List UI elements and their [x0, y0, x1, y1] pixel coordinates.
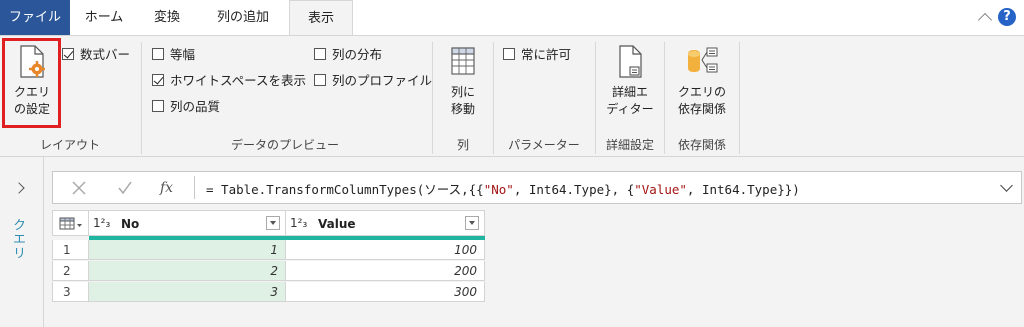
advanced-editor-label-1: 詳細エ [611, 85, 648, 99]
always-allow-check-icon [503, 47, 515, 60]
group-separator [432, 42, 433, 154]
type-number-icon: 1²₃ [290, 216, 308, 230]
row-number[interactable]: 1 [52, 240, 89, 260]
group-label-columns: 列 [456, 138, 469, 152]
go-to-column-label-1: 列に [450, 85, 475, 99]
formula-string-value: "Value" [634, 182, 687, 197]
table-cell-value[interactable]: 200 [286, 261, 485, 281]
show-whitespace-checkbox[interactable]: ホワイトスペースを表示 [152, 70, 306, 89]
column-distribution-check-icon [314, 47, 326, 60]
formula-prefix: = Table.TransformColumnTypes(ソース,{{ [206, 182, 484, 197]
group-separator [739, 42, 740, 154]
column-quality-check-icon [152, 99, 164, 112]
query-dependencies-label-2: 依存関係 [677, 102, 726, 116]
always-allow-checkbox[interactable]: 常に許可 [503, 44, 571, 63]
group-label-advanced: 詳細設定 [605, 138, 654, 152]
cancel-icon[interactable] [71, 180, 87, 196]
column-profile-checkbox[interactable]: 列のプロファイル [314, 70, 432, 89]
column-distribution-label: 列の分布 [332, 47, 383, 62]
help-icon[interactable]: ? [998, 8, 1016, 26]
column-quality-label: 列の品質 [170, 99, 221, 114]
column-profile-check-icon [314, 73, 326, 86]
advanced-editor-label-2: ディター [606, 102, 654, 116]
table-icon [59, 217, 82, 230]
row-number[interactable]: 2 [52, 261, 89, 281]
group-label-parameters: パラメーター [508, 138, 580, 152]
tab-view[interactable]: 表示 [289, 0, 353, 36]
formula-text[interactable]: = Table.TransformColumnTypes(ソース,{{"No",… [206, 179, 800, 198]
monospace-checkbox[interactable]: 等幅 [152, 44, 195, 63]
fx-icon[interactable]: fx [158, 179, 178, 197]
monospace-label: 等幅 [170, 47, 196, 62]
group-separator [664, 42, 665, 154]
formula-string-no: "No" [483, 182, 514, 197]
tab-transform[interactable]: 変換 [140, 0, 194, 35]
show-whitespace-label: ホワイトスペースを表示 [170, 73, 307, 88]
queries-pane-label: クエリ [10, 218, 25, 260]
group-label-data-preview: データのプレビュー [230, 138, 339, 152]
table-cell-no[interactable]: 1 [89, 240, 286, 260]
formula-bar-check-icon [62, 47, 74, 60]
group-separator [493, 42, 494, 154]
advanced-editor-button[interactable]: 詳細エ ディター [600, 44, 660, 118]
group-label-layout: レイアウト [39, 138, 100, 152]
query-settings-label-1: クエリ [13, 85, 50, 99]
formula-bar-checkbox[interactable]: 数式バー [62, 44, 130, 63]
formula-bar-controls: fx [53, 172, 193, 203]
column-filter-dropdown[interactable] [465, 216, 479, 230]
type-number-icon: 1²₃ [93, 216, 111, 230]
formula-suffix: , Int64.Type}}) [686, 182, 800, 197]
table-cell-value[interactable]: 300 [286, 282, 485, 302]
column-distribution-checkbox[interactable]: 列の分布 [314, 44, 382, 63]
table-cell-no[interactable]: 3 [89, 282, 286, 302]
svg-text:fx: fx [159, 180, 173, 196]
query-settings-icon [20, 45, 45, 78]
query-dependencies-button[interactable]: クエリの 依存関係 [669, 44, 735, 118]
query-settings-button[interactable]: クエリ の設定 [6, 44, 58, 118]
query-dependencies-label-1: クエリの [677, 85, 726, 99]
formula-separator [194, 176, 195, 199]
group-separator [141, 42, 142, 154]
table-menu-button[interactable] [52, 210, 89, 236]
formula-bar-label: 数式バー [80, 47, 131, 62]
group-label-dependencies: 依存関係 [677, 138, 726, 152]
tab-file[interactable]: ファイル [0, 0, 70, 35]
column-name-value: Value [318, 217, 356, 231]
monospace-check-icon [152, 47, 164, 60]
column-profile-label: 列のプロファイル [332, 73, 433, 88]
table-cell-value[interactable]: 100 [286, 240, 485, 260]
column-header-value[interactable]: 1²₃ Value [286, 210, 485, 236]
table-grid-icon [451, 47, 475, 75]
tab-home[interactable]: ホーム [76, 0, 132, 35]
query-dependencies-icon [688, 47, 718, 73]
go-to-column-label-2: 移動 [450, 102, 475, 116]
table-cell-no[interactable]: 2 [89, 261, 286, 281]
column-quality-checkbox[interactable]: 列の品質 [152, 96, 220, 115]
formula-bar[interactable]: fx = Table.TransformColumnTypes(ソース,{{"N… [52, 171, 1022, 204]
expand-formula-icon[interactable] [1000, 179, 1013, 192]
ribbon-tab-bar: ファイル ホーム 変換 列の追加 表示 ? [0, 0, 1024, 36]
collapse-ribbon-icon[interactable] [977, 12, 993, 27]
tab-add-column[interactable]: 列の追加 [202, 0, 284, 35]
row-number[interactable]: 3 [52, 282, 89, 302]
go-to-column-button[interactable]: 列に 移動 [438, 44, 488, 118]
commit-icon[interactable] [117, 180, 133, 196]
ribbon: クエリ の設定 数式バー レイアウト 等幅 ホワイトスペースを表示 列の品質 列… [0, 35, 1024, 157]
column-name-no: No [121, 217, 140, 231]
advanced-editor-icon [619, 45, 642, 78]
column-header-no[interactable]: 1²₃ No [89, 210, 286, 236]
query-settings-label-2: の設定 [13, 102, 50, 116]
formula-mid: , Int64.Type}, { [513, 182, 635, 197]
group-separator [595, 42, 596, 154]
always-allow-label: 常に許可 [521, 47, 572, 62]
show-whitespace-check-icon [152, 73, 164, 86]
column-filter-dropdown[interactable] [266, 216, 280, 230]
